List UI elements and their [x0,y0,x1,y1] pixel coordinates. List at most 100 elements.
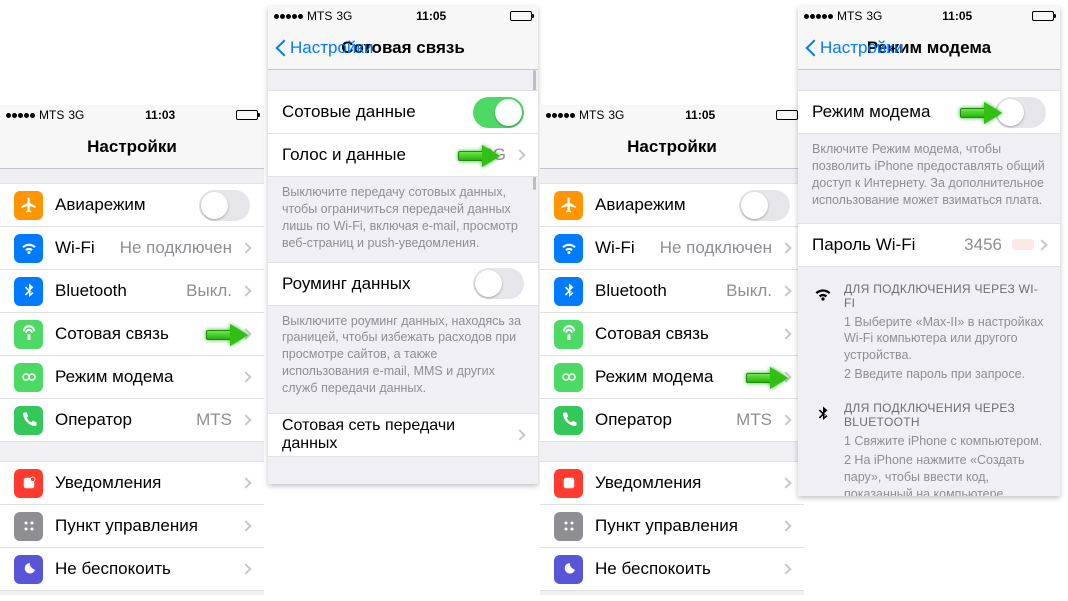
airplane-toggle[interactable] [739,190,790,221]
bluetooth-icon [554,277,583,306]
chevron-icon [240,328,251,339]
chevron-icon [240,520,251,531]
hotspot-icon [14,363,43,392]
row-label: Сотовая связь [55,324,238,344]
row-roaming[interactable]: Роуминг данных [268,262,538,306]
row-hotspot[interactable]: Режим модема [0,355,264,399]
chevron-icon [780,477,791,488]
row-label: Пункт управления [55,516,238,536]
chevron-left-icon [274,38,286,58]
row-carrier[interactable]: Оператор MTS [0,398,264,442]
carrier-label: MTS [39,108,64,122]
row-cellular[interactable]: Сотовая связь [540,312,804,356]
status-bar: MTS 3G 11:03 [0,105,264,125]
back-button[interactable]: Настройки [274,38,373,58]
row-apn[interactable]: Сотовая сеть передачи данных [268,413,538,457]
hotspot-icon [554,363,583,392]
nav-header: Настройки Режим модема [798,26,1060,70]
row-label: Уведомления [55,473,238,493]
battery-icon [1032,11,1054,21]
back-button[interactable]: Настройки [804,38,903,58]
chevron-icon [780,328,791,339]
chevron-icon [240,414,251,425]
chevron-icon [1036,239,1047,250]
row-wifi-password[interactable]: Пароль Wi-Fi 3456 [798,223,1060,267]
row-label: Авиарежим [55,195,199,215]
cellular-icon [554,320,583,349]
row-label: Режим модема [55,367,238,387]
instr-line: 2 На iPhone нажмите «Создать пару», чтоб… [844,450,1046,496]
status-bar: MTS 3G 11:05 [798,6,1060,26]
chevron-left-icon [804,38,816,58]
notifications-icon [554,469,583,498]
row-dnd[interactable]: Не беспокоить [0,547,264,591]
battery-icon [510,11,532,21]
instr-line: 1 Выберите «Max-II» в настройках Wi-Fi к… [844,310,1046,365]
row-dnd[interactable]: Не беспокоить [540,547,804,591]
chevron-icon [240,242,251,253]
wifi-icon [554,234,583,263]
hidden-chars [1012,239,1034,250]
control-icon [14,512,43,541]
row-notifications[interactable]: Уведомления [540,461,804,505]
dnd-icon [14,555,43,584]
roaming-toggle[interactable] [473,268,524,299]
notifications-icon [14,469,43,498]
chevron-icon [240,563,251,574]
bluetooth-icon [812,403,834,496]
row-label: Bluetooth [55,281,186,301]
instr-line: 2 Введите пароль при запросе. [844,364,1046,383]
hotspot-toggle[interactable] [995,97,1046,128]
row-hotspot[interactable]: Режим модема [540,355,804,399]
row-voice-data[interactable]: Голос и данные 3G [268,133,538,177]
cellular-data-toggle[interactable] [473,97,524,128]
chevron-icon [780,285,791,296]
row-bluetooth[interactable]: Bluetooth Выкл. [0,269,264,313]
chevron-icon [780,563,791,574]
chevron-icon [780,371,791,382]
back-label: Настройки [290,38,373,58]
nav-header: Настройки Сотовая связь [268,26,538,70]
chevron-icon [240,285,251,296]
row-carrier[interactable]: Оператор MTS [540,398,804,442]
control-icon [554,512,583,541]
dnd-icon [554,555,583,584]
row-hotspot-toggle[interactable]: Режим модема [798,90,1060,134]
row-wifi[interactable]: Wi-Fi Не подключен [0,226,264,270]
row-wifi[interactable]: Wi-Fi Не подключен [540,226,804,270]
airplane-toggle[interactable] [199,190,250,221]
status-bar: MTS 3G 11:05 [268,6,538,26]
row-cellular[interactable]: Сотовая связь [0,312,264,356]
battery-icon [776,110,798,120]
nav-title: Настройки [87,137,177,157]
row-bluetooth[interactable]: Bluetooth Выкл. [540,269,804,313]
row-airplane[interactable]: Авиарежим [540,183,804,227]
row-control-center[interactable]: Пункт управления [540,504,804,548]
chevron-icon [514,149,525,160]
row-value: MTS [196,410,232,430]
airplane-icon [554,191,583,220]
nav-title: Настройки [627,137,717,157]
row-value: Не подключен [120,238,232,258]
nav-header: Настройки [540,125,804,169]
row-control-center[interactable]: Пункт управления [0,504,264,548]
wifi-icon [14,234,43,263]
status-bar: MTS 3G 11:05 [540,105,804,125]
phone-icon [554,406,583,435]
note-roaming: Выключите роуминг данных, находясь за гр… [268,305,538,401]
chevron-icon [780,242,791,253]
chevron-icon [514,429,525,440]
nav-header: Настройки [0,125,264,169]
wifi-icon [812,284,834,384]
cellular-icon [14,320,43,349]
network-label: 3G [68,108,84,122]
bluetooth-icon [14,277,43,306]
row-cellular-data[interactable]: Сотовые данные [268,90,538,134]
chevron-icon [780,414,791,425]
chevron-icon [780,520,791,531]
row-airplane[interactable]: Авиарежим [0,183,264,227]
airplane-icon [14,191,43,220]
row-value: Выкл. [186,281,232,301]
note-hotspot: Включите Режим модема, чтобы позволить i… [798,133,1060,213]
row-notifications[interactable]: Уведомления [0,461,264,505]
